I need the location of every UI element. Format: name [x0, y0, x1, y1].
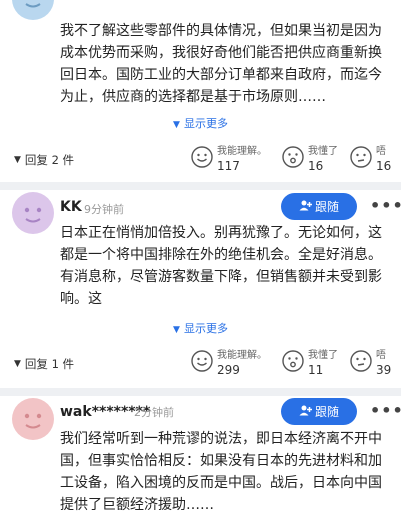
- avatar[interactable]: [12, 192, 54, 234]
- surprised-icon: [282, 350, 304, 372]
- show-more-link[interactable]: ▼ 显示更多: [0, 115, 401, 131]
- caret-down-icon: ▼: [14, 155, 21, 165]
- caret-down-icon: ▼: [173, 120, 180, 130]
- more-options-icon[interactable]: •••: [370, 401, 401, 420]
- comment-text: 我们经常听到一种荒谬的说法，即日本经济离不开中国，但事实恰恰相反：如果没有日本的…: [60, 431, 382, 513]
- reaction-understand[interactable]: 我能理解。 117: [191, 146, 267, 174]
- follow-button[interactable]: 跟随: [281, 193, 357, 220]
- divider: [0, 388, 401, 396]
- show-more-link[interactable]: ▼ 显示更多: [0, 320, 401, 336]
- add-user-icon: [299, 405, 312, 419]
- replies-toggle[interactable]: ▼ 回复 2 件: [14, 152, 74, 168]
- reaction-got-it[interactable]: 我懂了 11: [282, 350, 338, 378]
- comment-card-3: wak******** 2分钟前 跟随 ••• 我们经常听到一种荒谬的说法，即日…: [0, 396, 401, 516]
- caret-down-icon: ▼: [173, 325, 180, 335]
- reaction-hmm[interactable]: 唔 39: [350, 350, 391, 378]
- more-options-icon[interactable]: •••: [370, 196, 401, 215]
- comment-text: 日本正在悄悄加倍投入。别再犹豫了。无论如何，这都是一个将中国排除在外的绝佳机会。…: [60, 225, 382, 307]
- reaction-hmm[interactable]: 唔 16: [350, 146, 391, 174]
- thinking-icon: [350, 146, 372, 168]
- add-user-icon: [299, 200, 312, 214]
- user-name[interactable]: KK: [60, 199, 82, 215]
- smile-icon: [191, 350, 213, 372]
- reaction-got-it[interactable]: 我懂了 16: [282, 146, 338, 174]
- post-time: 9分钟前: [84, 203, 124, 216]
- comment-text: 我不了解这些零部件的具体情况，但如果当初是因为成本优势而采购，我很好奇他们能否把…: [60, 23, 382, 105]
- divider: [0, 182, 401, 190]
- thinking-icon: [350, 350, 372, 372]
- replies-toggle[interactable]: ▼ 回复 1 件: [14, 356, 74, 372]
- surprised-icon: [282, 146, 304, 168]
- reaction-understand[interactable]: 我能理解。 299: [191, 350, 267, 378]
- caret-down-icon: ▼: [14, 359, 21, 369]
- follow-button[interactable]: 跟随: [281, 398, 357, 425]
- comment-card-2: KK 9分钟前 跟随 ••• 日本正在悄悄加倍投入。别再犹豫了。无论如何，这都是…: [0, 190, 401, 388]
- smile-icon: [191, 146, 213, 168]
- comment-card-1: 我不了解这些零部件的具体情况，但如果当初是因为成本优势而采购，我很好奇他们能否把…: [0, 0, 401, 182]
- avatar[interactable]: [12, 0, 54, 20]
- avatar[interactable]: [12, 398, 54, 440]
- post-time: 2分钟前: [134, 406, 174, 419]
